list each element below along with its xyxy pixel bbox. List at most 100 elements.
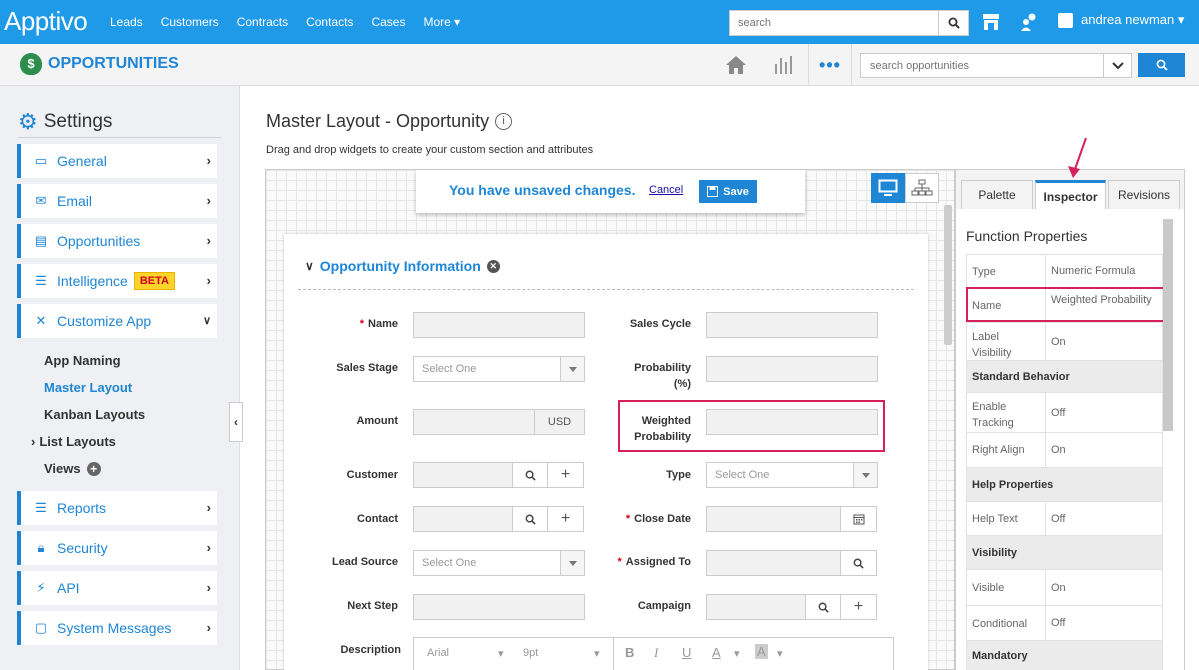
sidebar-item-security[interactable]: 🔒︎ Security › xyxy=(17,531,217,565)
property-row-visible: Visible On xyxy=(966,570,1163,606)
italic-icon[interactable]: I xyxy=(654,645,658,661)
font-color-icon[interactable]: A xyxy=(712,645,721,660)
property-value[interactable]: Off xyxy=(1051,502,1065,535)
property-value[interactable]: On xyxy=(1051,323,1066,360)
sales-stage-select[interactable]: Select One xyxy=(413,356,585,382)
save-button[interactable]: Save xyxy=(699,180,757,203)
type-select[interactable]: Select One xyxy=(706,462,878,488)
sidebar-item-customize-app[interactable]: ✕ Customize App ∨ xyxy=(17,304,217,338)
nav-more[interactable]: More ▾ xyxy=(423,15,460,29)
property-value[interactable]: Off xyxy=(1051,393,1065,432)
highlight-color-icon[interactable]: A xyxy=(755,644,768,659)
reports-chart-icon[interactable] xyxy=(773,54,795,79)
tab-inspector[interactable]: Inspector xyxy=(1035,180,1106,210)
sidebar-item-system-messages[interactable]: ▢ System Messages › xyxy=(17,611,217,645)
lead-source-select[interactable]: Select One xyxy=(413,550,585,576)
apptivo-logo[interactable]: Apptivo xyxy=(4,6,88,37)
customer-search-button[interactable] xyxy=(512,462,548,488)
canvas-scrollbar[interactable] xyxy=(944,205,952,345)
sidebar-item-reports[interactable]: ☰ Reports › xyxy=(17,491,217,525)
customer-field[interactable] xyxy=(413,462,513,488)
chevron-left-icon: ‹ xyxy=(234,415,238,429)
caret-down-icon[interactable]: ▾ xyxy=(498,647,504,660)
close-date-field[interactable] xyxy=(706,506,846,532)
tab-palette[interactable]: Palette xyxy=(961,180,1033,210)
hierarchy-view-button[interactable] xyxy=(905,173,939,203)
calendar-button[interactable] xyxy=(840,506,877,532)
property-value[interactable]: On xyxy=(1051,570,1066,605)
message-icon: ▢ xyxy=(34,620,48,635)
next-step-field[interactable] xyxy=(413,594,585,620)
chevron-right-icon: › xyxy=(206,580,211,595)
sales-cycle-field[interactable] xyxy=(706,312,878,338)
nav-customers[interactable]: Customers xyxy=(161,15,219,29)
label-text: Name xyxy=(368,318,398,330)
assigned-to-field[interactable] xyxy=(706,550,842,576)
global-search-button[interactable] xyxy=(938,11,968,35)
panel-scrollbar[interactable] xyxy=(1163,219,1173,431)
property-value[interactable]: Off xyxy=(1051,606,1065,640)
more-options-icon[interactable]: ••• xyxy=(808,44,852,86)
assigned-to-search-button[interactable] xyxy=(840,550,877,576)
caret-down-icon[interactable]: ▾ xyxy=(734,647,740,660)
property-row-help-text: Help Text Off xyxy=(966,502,1163,536)
desktop-view-button[interactable] xyxy=(871,173,905,203)
nav-leads[interactable]: Leads xyxy=(110,15,143,29)
contact-search-button[interactable] xyxy=(512,506,548,532)
app-store-icon[interactable] xyxy=(982,12,1000,32)
subitem-app-naming[interactable]: App Naming xyxy=(44,353,121,368)
campaign-search-button[interactable] xyxy=(805,594,841,620)
close-icon[interactable]: ✕ xyxy=(486,259,500,273)
info-icon[interactable]: i xyxy=(495,113,513,130)
amount-field[interactable] xyxy=(413,409,535,435)
search-icon xyxy=(1156,59,1168,71)
label-text: (%) xyxy=(673,378,691,390)
opportunity-search-input[interactable] xyxy=(861,54,1101,77)
probability-field[interactable] xyxy=(706,356,878,382)
property-value[interactable]: Numeric Formula xyxy=(1051,255,1135,287)
font-family-select[interactable]: Arial xyxy=(427,647,449,659)
app-title-text: OPPORTUNITIES xyxy=(48,55,179,72)
global-search-input[interactable] xyxy=(730,11,938,35)
sidebar-item-api[interactable]: ⚡︎ API › xyxy=(17,571,217,605)
tab-revisions[interactable]: Revisions xyxy=(1108,180,1180,210)
app-title[interactable]: $ OPPORTUNITIES xyxy=(20,53,179,75)
name-field[interactable] xyxy=(413,312,585,338)
nav-contacts[interactable]: Contacts xyxy=(306,15,353,29)
settings-heading: ⚙ Settings xyxy=(18,106,221,138)
property-key: Conditional xyxy=(967,606,1046,640)
subitem-views[interactable]: Views + xyxy=(44,461,101,476)
subitem-kanban-layouts[interactable]: Kanban Layouts xyxy=(44,407,145,422)
weighted-probability-field[interactable] xyxy=(706,409,878,435)
subitem-list-layouts[interactable]: › List Layouts xyxy=(31,434,116,449)
sidebar-item-email[interactable]: ✉ Email › xyxy=(17,184,217,218)
underline-icon[interactable]: U xyxy=(682,645,691,660)
home-icon[interactable] xyxy=(724,55,748,78)
sidebar-item-intelligence[interactable]: ☰ Intelligence BETA › xyxy=(17,264,217,298)
property-value[interactable]: On xyxy=(1051,433,1066,467)
caret-down-icon[interactable]: ▾ xyxy=(777,647,783,660)
sidebar-item-opportunities[interactable]: ▤ Opportunities › xyxy=(17,224,217,258)
sidebar-item-general[interactable]: ▭ General › xyxy=(17,144,217,178)
opportunity-search-button[interactable] xyxy=(1138,53,1185,77)
chevron-down-icon[interactable] xyxy=(1103,54,1131,77)
font-size-select[interactable]: 9pt xyxy=(523,647,538,659)
customer-add-button[interactable]: + xyxy=(547,462,584,488)
people-icon[interactable] xyxy=(1020,12,1038,32)
campaign-field[interactable] xyxy=(706,594,806,620)
property-key: Label Visibility xyxy=(967,323,1046,360)
section-title[interactable]: ∨ Opportunity Information ✕ xyxy=(305,258,500,274)
sidebar-collapse-handle[interactable]: ‹ xyxy=(229,402,243,442)
add-circle-icon[interactable]: + xyxy=(86,461,101,476)
user-menu[interactable]: andrea newman ▾ xyxy=(1058,12,1184,28)
search-icon xyxy=(853,558,864,569)
campaign-add-button[interactable]: + xyxy=(840,594,877,620)
nav-cases[interactable]: Cases xyxy=(371,15,405,29)
cancel-link[interactable]: Cancel xyxy=(649,184,683,196)
contact-add-button[interactable]: + xyxy=(547,506,584,532)
caret-down-icon[interactable]: ▾ xyxy=(594,647,600,660)
nav-contracts[interactable]: Contracts xyxy=(237,15,288,29)
contact-field[interactable] xyxy=(413,506,513,532)
bold-icon[interactable]: B xyxy=(625,645,634,660)
subitem-master-layout[interactable]: Master Layout xyxy=(44,380,132,395)
